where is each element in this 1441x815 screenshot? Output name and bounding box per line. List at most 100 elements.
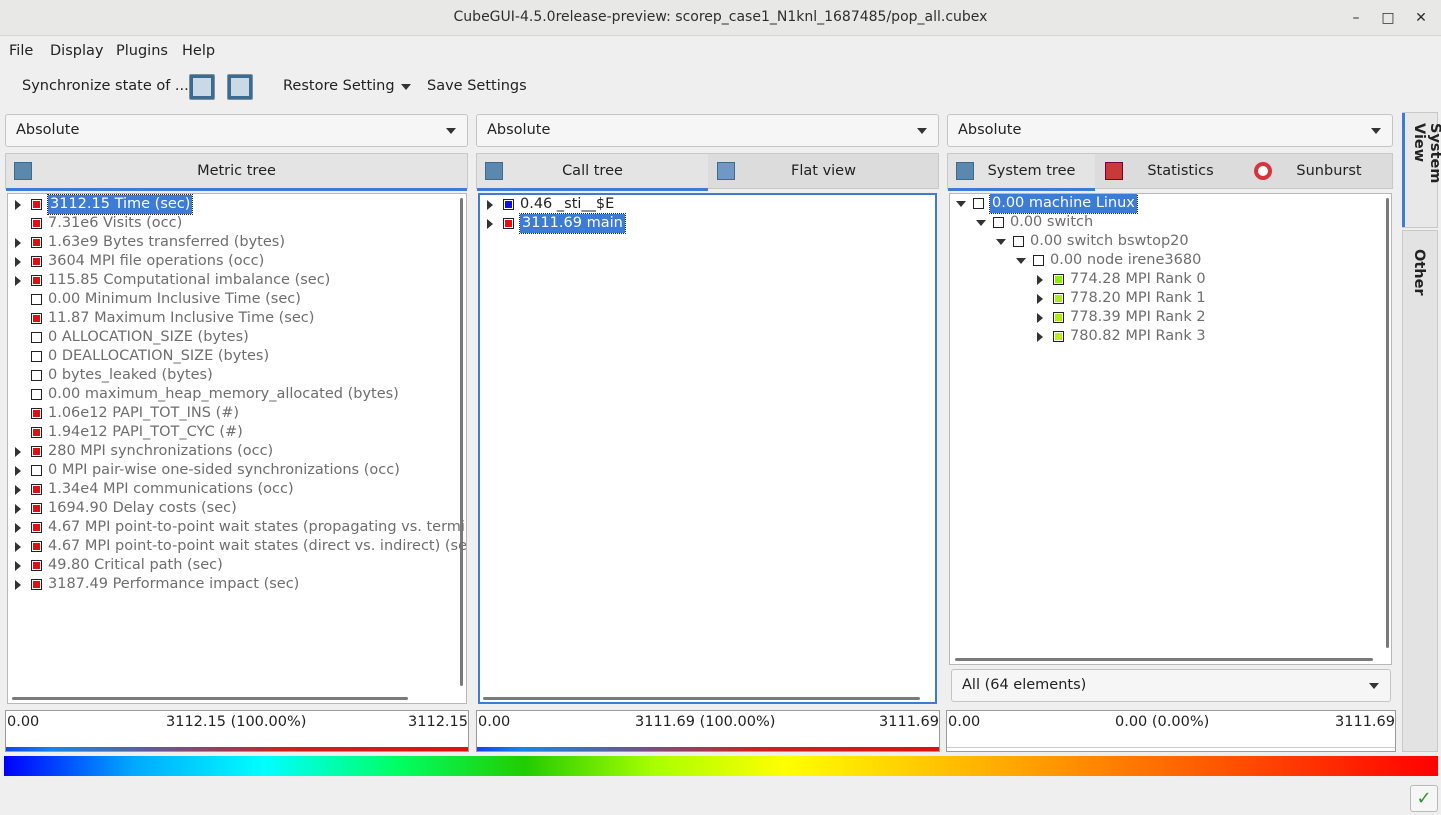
color-square-icon bbox=[31, 408, 42, 419]
expand-arrow-icon[interactable] bbox=[15, 238, 21, 248]
color-square-icon bbox=[1013, 236, 1024, 247]
color-legend bbox=[4, 756, 1438, 776]
minimize-button[interactable]: – bbox=[1346, 8, 1366, 28]
side-tab-system-view[interactable]: System View bbox=[1402, 112, 1441, 228]
collapse-arrow-icon[interactable] bbox=[996, 239, 1006, 245]
side-tab-other[interactable]: Other bbox=[1402, 230, 1438, 752]
scale-value: 3112.15 (100.00%) bbox=[166, 714, 307, 730]
expand-arrow-icon[interactable] bbox=[15, 485, 21, 495]
expand-arrow-icon[interactable] bbox=[15, 504, 21, 514]
tree-item-label: 0 bytes_leaked (bytes) bbox=[48, 367, 213, 383]
tree-item-label: 0.46 _sti__$E bbox=[520, 196, 615, 212]
call-tree[interactable]: 0.46 _sti__$E 3111.69 main bbox=[478, 193, 937, 704]
chevron-down-icon bbox=[1371, 128, 1381, 134]
tab-label: Sunburst bbox=[1296, 163, 1362, 179]
tab-call-tree[interactable]: Call tree bbox=[477, 154, 708, 191]
color-square-icon bbox=[31, 465, 42, 476]
synchronize-button[interactable]: Synchronize state of ... bbox=[22, 78, 189, 94]
menu-plugins[interactable]: Plugins bbox=[116, 43, 168, 59]
call-mode-select[interactable]: Absolute bbox=[476, 114, 939, 147]
color-square-icon bbox=[973, 198, 984, 209]
system-filter-select[interactable]: All (64 elements) bbox=[951, 669, 1391, 702]
system-value-scale: 0.00 0.00 (0.00%) 3111.69 bbox=[946, 710, 1396, 752]
tree-item-label: 0 DEALLOCATION_SIZE (bytes) bbox=[48, 348, 270, 364]
metric-mode-value: Absolute bbox=[16, 122, 80, 138]
tree-item-label: 1.63e9 Bytes transferred (bytes) bbox=[48, 234, 285, 250]
tab-metric-tree[interactable]: Metric tree bbox=[6, 154, 467, 191]
tree-item-label: 778.20 MPI Rank 1 bbox=[1070, 290, 1206, 306]
expand-arrow-icon[interactable] bbox=[15, 561, 21, 571]
color-square-icon bbox=[31, 427, 42, 438]
expand-arrow-icon[interactable] bbox=[15, 466, 21, 476]
menu-file[interactable]: File bbox=[9, 43, 33, 59]
color-square-icon bbox=[31, 370, 42, 381]
system-mode-select[interactable]: Absolute bbox=[947, 114, 1393, 147]
expand-arrow-icon[interactable] bbox=[15, 523, 21, 533]
color-square-icon bbox=[1053, 293, 1064, 304]
menu-help[interactable]: Help bbox=[182, 43, 215, 59]
metric-mode-select[interactable]: Absolute bbox=[5, 114, 468, 147]
color-square-icon bbox=[31, 522, 42, 533]
tree-item-label: 778.39 MPI Rank 2 bbox=[1070, 309, 1206, 325]
collapse-arrow-icon[interactable] bbox=[956, 201, 966, 207]
metric-horizontal-scrollbar[interactable] bbox=[12, 697, 408, 700]
restore-dropdown-icon[interactable] bbox=[401, 84, 411, 90]
tree-item-label: 1.34e4 MPI communications (occ) bbox=[48, 481, 294, 497]
metric-tree[interactable]: 3112.15 Time (sec) 7.31e6 Visits (occ) 1.6… bbox=[7, 193, 467, 704]
sync-receive-icon[interactable] bbox=[227, 74, 253, 100]
tab-sunburst[interactable]: Sunburst bbox=[1246, 154, 1392, 190]
expand-arrow-icon[interactable] bbox=[15, 580, 21, 590]
color-square-icon bbox=[31, 237, 42, 248]
sync-send-icon[interactable] bbox=[189, 74, 215, 100]
metric-vertical-scrollbar[interactable] bbox=[460, 198, 463, 686]
expand-arrow-icon[interactable] bbox=[15, 276, 21, 286]
color-square-icon bbox=[31, 294, 42, 305]
collapse-arrow-icon[interactable] bbox=[1016, 258, 1026, 264]
expand-arrow-icon[interactable] bbox=[15, 200, 21, 210]
ok-button[interactable]: ✓ bbox=[1410, 785, 1438, 812]
tab-statistics[interactable]: Statistics bbox=[1097, 154, 1244, 190]
color-square-icon bbox=[993, 217, 1004, 228]
expand-arrow-icon[interactable] bbox=[15, 447, 21, 457]
tree-item-label: 1.94e12 PAPI_TOT_CYC (#) bbox=[48, 424, 243, 440]
color-square-icon bbox=[31, 484, 42, 495]
system-vertical-scrollbar[interactable] bbox=[1386, 198, 1389, 648]
system-mode-value: Absolute bbox=[958, 122, 1022, 138]
tree-item-label: 0 ALLOCATION_SIZE (bytes) bbox=[48, 329, 249, 345]
scale-min: 0.00 bbox=[478, 714, 511, 730]
scale-max: 3112.15 bbox=[408, 714, 468, 730]
color-square-icon bbox=[31, 313, 42, 324]
color-square-icon bbox=[1053, 274, 1064, 285]
restore-setting-button[interactable]: Restore Setting bbox=[283, 78, 395, 94]
chevron-down-icon bbox=[917, 128, 927, 134]
menu-display[interactable]: Display bbox=[50, 43, 103, 59]
expand-arrow-icon[interactable] bbox=[487, 219, 493, 229]
color-square-icon bbox=[31, 446, 42, 457]
expand-arrow-icon[interactable] bbox=[15, 257, 21, 267]
call-value-scale: 0.00 3111.69 (100.00%) 3111.69 bbox=[476, 710, 940, 752]
expand-arrow-icon[interactable] bbox=[15, 542, 21, 552]
tab-system-tree[interactable]: System tree bbox=[948, 154, 1095, 191]
tree-item-label: 0.00 node irene3680 bbox=[1050, 252, 1202, 268]
color-square-icon bbox=[31, 389, 42, 400]
expand-arrow-icon[interactable] bbox=[487, 200, 493, 210]
expand-arrow-icon[interactable] bbox=[1037, 313, 1043, 323]
color-square-icon bbox=[31, 332, 42, 343]
chevron-down-icon bbox=[1369, 683, 1379, 689]
collapse-arrow-icon[interactable] bbox=[976, 220, 986, 226]
expand-arrow-icon[interactable] bbox=[1037, 332, 1043, 342]
tree-item-label: 774.28 MPI Rank 0 bbox=[1070, 271, 1206, 287]
maximize-button[interactable]: □ bbox=[1378, 8, 1398, 28]
save-settings-button[interactable]: Save Settings bbox=[427, 78, 527, 94]
system-tree[interactable]: 0.00 machine Linux 0.00 switch 0.00 switch… bbox=[949, 193, 1392, 665]
color-square-icon bbox=[1033, 255, 1044, 266]
system-horizontal-scrollbar[interactable] bbox=[955, 658, 1373, 661]
expand-arrow-icon[interactable] bbox=[1037, 275, 1043, 285]
call-horizontal-scrollbar[interactable] bbox=[483, 697, 920, 700]
tab-flat-view[interactable]: Flat view bbox=[709, 154, 938, 190]
scale-value: 3111.69 (100.00%) bbox=[635, 714, 776, 730]
expand-arrow-icon[interactable] bbox=[1037, 294, 1043, 304]
tree-item-label: 115.85 Computational imbalance (sec) bbox=[48, 272, 331, 288]
close-button[interactable]: ✕ bbox=[1411, 8, 1431, 28]
color-square-icon bbox=[503, 199, 514, 210]
